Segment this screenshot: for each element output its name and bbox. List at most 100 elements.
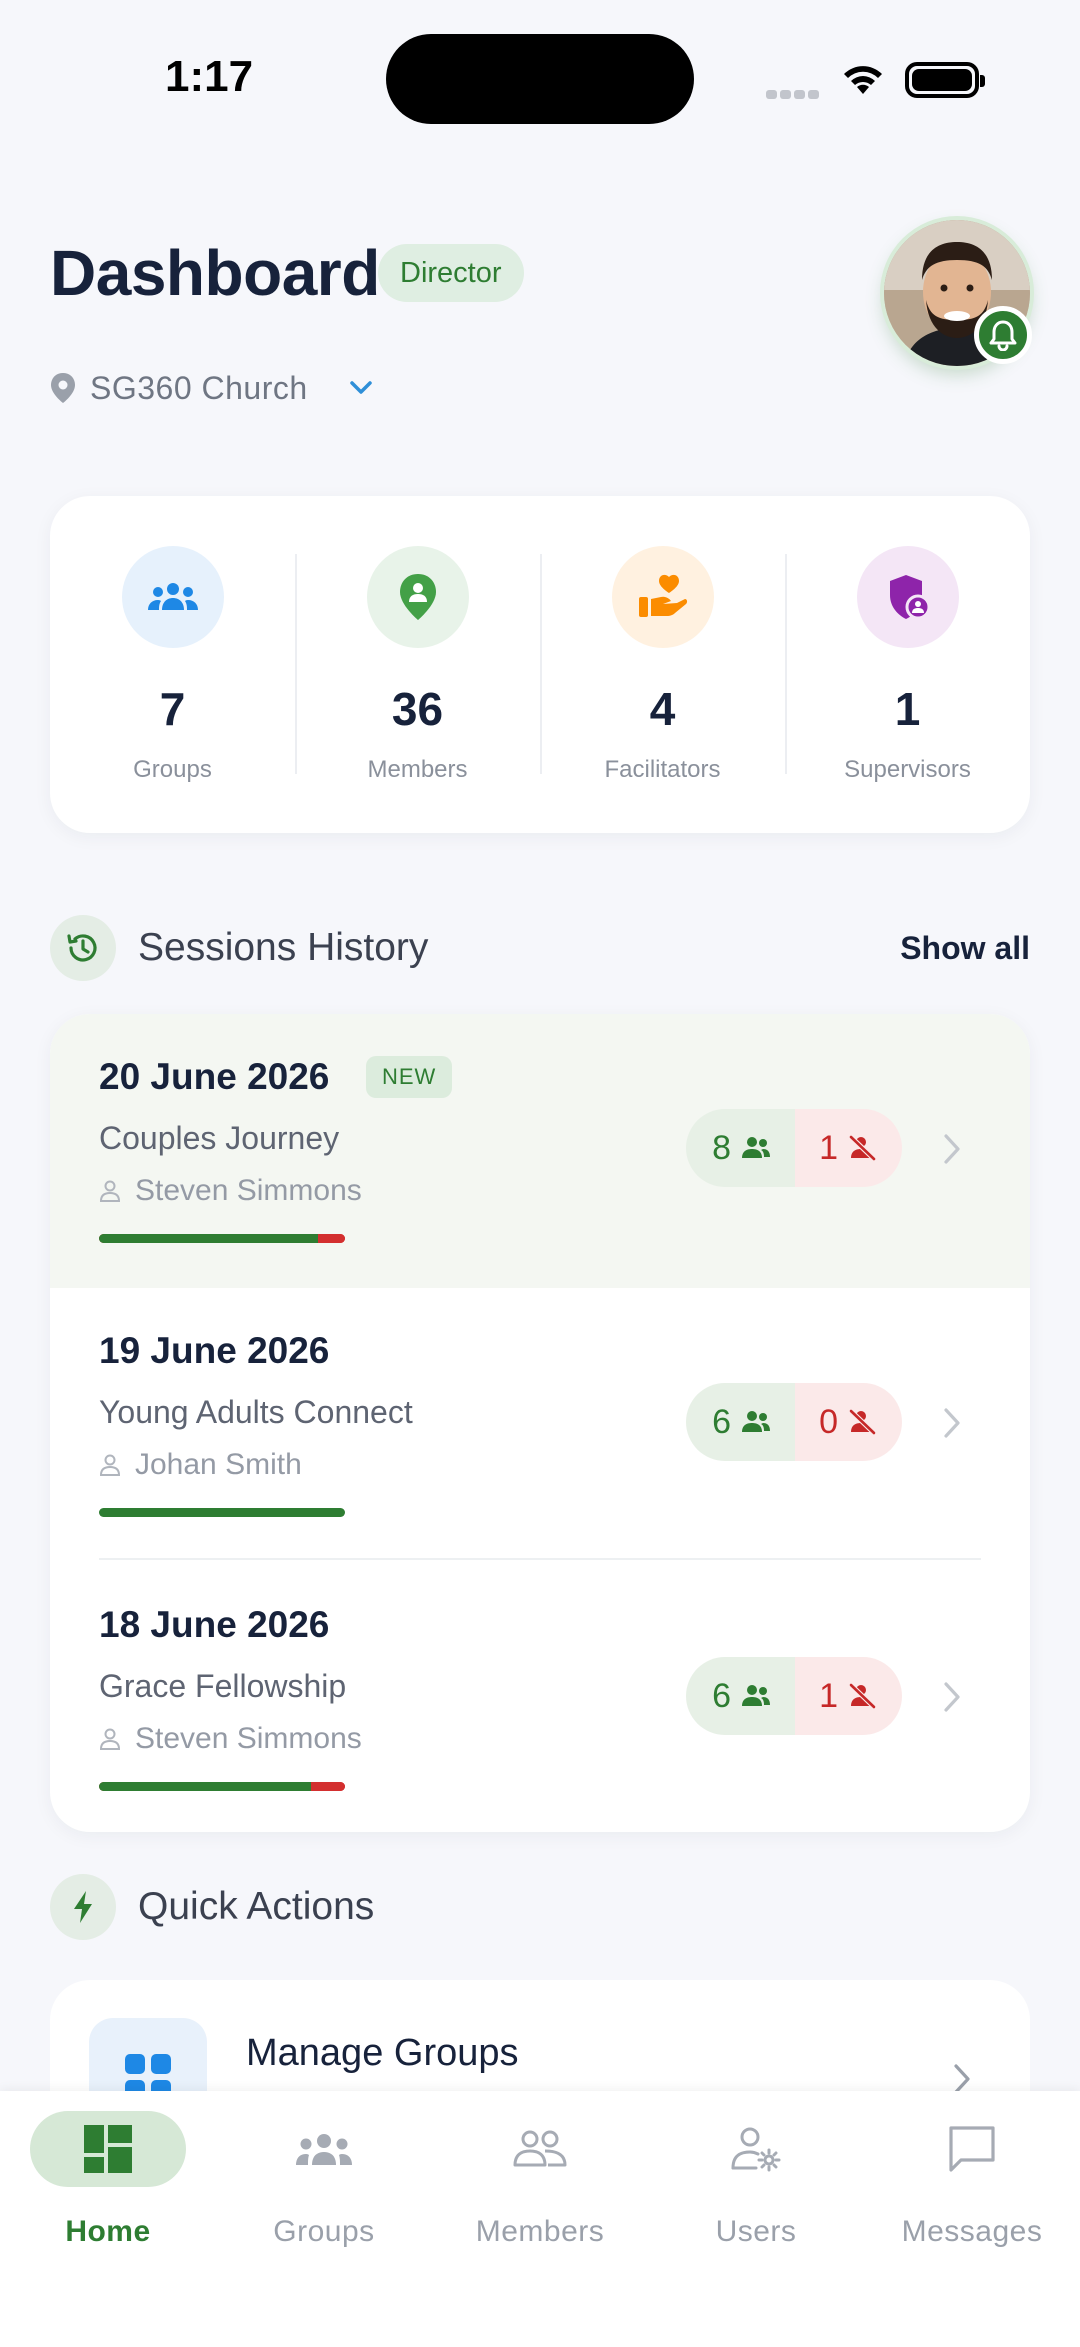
tab-home[interactable]: Home bbox=[0, 2111, 216, 2249]
quick-actions-title: Quick Actions bbox=[138, 1885, 375, 1928]
absent-count: 1 bbox=[795, 1657, 902, 1735]
tab-groups[interactable]: Groups bbox=[216, 2111, 432, 2249]
sessions-list: 20 June 2026 NEW Couples Journey Steven … bbox=[50, 1014, 1030, 1832]
row-divider bbox=[99, 1558, 981, 1560]
absent-count-value: 1 bbox=[819, 1128, 838, 1167]
shield-user-icon bbox=[856, 546, 959, 648]
stat-supervisors-label: Supervisors bbox=[844, 756, 971, 783]
stat-groups[interactable]: 7 Groups bbox=[50, 496, 295, 833]
attendance-bar bbox=[99, 1508, 345, 1517]
absent-count-value: 1 bbox=[819, 1676, 838, 1715]
stat-groups-label: Groups bbox=[133, 756, 212, 783]
manage-groups-label: Manage Groups bbox=[246, 2032, 519, 2074]
person-off-icon bbox=[849, 1683, 876, 1709]
dynamic-island bbox=[386, 34, 694, 124]
tab-messages-label: Messages bbox=[901, 2215, 1043, 2248]
stat-facilitators[interactable]: 4 Facilitators bbox=[540, 496, 785, 833]
show-all-link[interactable]: Show all bbox=[900, 930, 1030, 967]
chevron-right-icon bbox=[944, 1134, 960, 1164]
session-row[interactable]: 19 June 2026 Young Adults Connect Johan … bbox=[50, 1288, 1030, 1562]
people-present-icon bbox=[742, 1411, 771, 1432]
lightning-icon bbox=[50, 1874, 116, 1940]
chevron-right-icon bbox=[944, 1682, 960, 1712]
battery-icon bbox=[905, 62, 985, 98]
present-count: 6 bbox=[686, 1383, 796, 1461]
person-icon bbox=[99, 1728, 121, 1750]
role-badge: Director bbox=[378, 244, 524, 302]
present-count-value: 6 bbox=[712, 1402, 732, 1441]
present-count-value: 8 bbox=[712, 1128, 732, 1167]
new-badge: NEW bbox=[366, 1056, 453, 1098]
signal-icon bbox=[766, 86, 822, 99]
location-pin-icon bbox=[51, 373, 75, 403]
attendance-pill: 6 0 bbox=[686, 1383, 902, 1461]
session-row[interactable]: 20 June 2026 NEW Couples Journey Steven … bbox=[50, 1014, 1030, 1288]
present-count: 8 bbox=[686, 1109, 796, 1187]
notification-bell-icon[interactable] bbox=[974, 306, 1032, 364]
tab-users[interactable]: Users bbox=[648, 2111, 864, 2249]
person-icon bbox=[99, 1180, 121, 1202]
present-count-value: 6 bbox=[712, 1676, 732, 1715]
people-present-icon bbox=[742, 1137, 771, 1158]
session-leader: Steven Simmons bbox=[99, 1722, 362, 1756]
stat-members-label: Members bbox=[367, 756, 468, 783]
stat-groups-value: 7 bbox=[159, 683, 186, 735]
chevron-right-icon bbox=[944, 1408, 960, 1438]
absent-count: 1 bbox=[795, 1109, 902, 1187]
person-off-icon bbox=[849, 1409, 876, 1435]
location-selector[interactable]: SG360 Church bbox=[50, 368, 374, 408]
sessions-history-title: Sessions History bbox=[138, 926, 429, 969]
session-date: 19 June 2026 bbox=[99, 1330, 330, 1371]
session-leader-name: Johan Smith bbox=[135, 1448, 302, 1481]
stats-card: 7 Groups 36 Members 4 Facilitators 1 Sup… bbox=[50, 496, 1030, 833]
members-icon bbox=[462, 2111, 618, 2187]
status-bar: 1:17 bbox=[0, 0, 1080, 150]
attendance-absent-fill bbox=[310, 1782, 345, 1791]
absent-count-value: 0 bbox=[819, 1402, 838, 1441]
person-icon bbox=[99, 1454, 121, 1476]
user-settings-icon bbox=[678, 2111, 834, 2187]
session-leader-name: Steven Simmons bbox=[135, 1722, 362, 1755]
groups-icon bbox=[121, 546, 224, 648]
tab-members[interactable]: Members bbox=[432, 2111, 648, 2249]
attendance-pill: 6 1 bbox=[686, 1657, 902, 1735]
history-icon bbox=[50, 915, 116, 981]
attendance-pill: 8 1 bbox=[686, 1109, 902, 1187]
attendance-bar bbox=[99, 1234, 345, 1243]
present-count: 6 bbox=[686, 1657, 796, 1735]
attendance-present-fill bbox=[99, 1234, 318, 1243]
tab-users-label: Users bbox=[715, 2215, 797, 2248]
session-group-name: Couples Journey bbox=[99, 1120, 340, 1156]
stat-supervisors[interactable]: 1 Supervisors bbox=[785, 496, 1030, 833]
bell-icon bbox=[989, 320, 1017, 351]
wifi-icon bbox=[844, 66, 882, 94]
member-pin-icon bbox=[366, 546, 469, 648]
session-leader: Johan Smith bbox=[99, 1448, 302, 1482]
tab-members-label: Members bbox=[475, 2215, 605, 2248]
session-date: 20 June 2026 bbox=[99, 1056, 330, 1097]
tab-messages[interactable]: Messages bbox=[864, 2111, 1080, 2249]
stat-members[interactable]: 36 Members bbox=[295, 496, 540, 833]
session-row[interactable]: 18 June 2026 Grace Fellowship Steven Sim… bbox=[50, 1562, 1030, 1832]
hand-heart-icon bbox=[611, 546, 714, 648]
session-leader-name: Steven Simmons bbox=[135, 1174, 362, 1207]
attendance-present-fill bbox=[99, 1508, 345, 1517]
attendance-absent-fill bbox=[317, 1234, 345, 1243]
groups-icon bbox=[246, 2111, 402, 2187]
quick-actions-header: Quick Actions bbox=[50, 1872, 1030, 1942]
stat-facilitators-value: 4 bbox=[649, 683, 676, 735]
session-group-name: Young Adults Connect bbox=[99, 1394, 413, 1430]
session-date: 18 June 2026 bbox=[99, 1604, 330, 1645]
chevron-down-icon bbox=[349, 381, 372, 394]
location-name: SG360 Church bbox=[90, 369, 308, 406]
status-time: 1:17 bbox=[165, 52, 254, 101]
tab-groups-label: Groups bbox=[273, 2215, 375, 2248]
stat-supervisors-value: 1 bbox=[894, 683, 921, 735]
bottom-tab-bar: Home Groups Members Users Messages bbox=[0, 2091, 1080, 2347]
page-title: Dashboard bbox=[50, 237, 380, 309]
attendance-present-fill bbox=[99, 1782, 311, 1791]
absent-count: 0 bbox=[795, 1383, 902, 1461]
attendance-bar bbox=[99, 1782, 345, 1791]
session-leader: Steven Simmons bbox=[99, 1174, 362, 1208]
stat-facilitators-label: Facilitators bbox=[604, 756, 721, 783]
